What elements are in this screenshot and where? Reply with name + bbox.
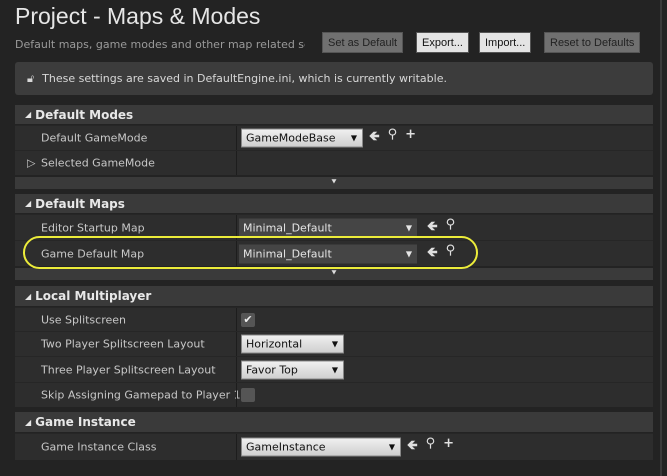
section-game-instance[interactable]: ◢ Game Instance [15, 412, 653, 432]
row-use-splitscreen: Use Splitscreen ✔ [15, 307, 653, 331]
section-local-multiplayer[interactable]: ◢ Local Multiplayer [15, 286, 653, 306]
collapse-icon: ◢ [25, 199, 32, 208]
row-label: Skip Assigning Gamepad to Player 1 [41, 388, 241, 402]
section-title: Local Multiplayer [35, 289, 152, 303]
two-player-layout-combo[interactable]: Horizontal ▼ [241, 334, 344, 354]
game-instance-class-combo[interactable]: GameInstance ▼ [241, 437, 401, 457]
chevron-down-icon: ▼ [388, 442, 395, 452]
row-label: Two Player Splitscreen Layout [41, 337, 205, 351]
combo-value: Minimal_Default [243, 221, 332, 234]
export-button[interactable]: Export... [416, 32, 469, 53]
use-selected-arrow-icon[interactable]: 🡸 [369, 127, 380, 149]
combo-value: GameInstance [246, 440, 326, 454]
use-splitscreen-checkbox[interactable]: ✔ [241, 312, 255, 327]
skip-gamepad-checkbox[interactable] [241, 388, 255, 402]
config-notice: 🔓︎ These settings are saved in DefaultEn… [15, 62, 653, 95]
page-subtitle: Default maps, game modes and other map r… [15, 38, 305, 51]
set-as-default-button[interactable]: Set as Default [322, 32, 404, 53]
row-label: Selected GameMode [41, 156, 155, 170]
collapse-icon: ◢ [25, 110, 32, 119]
default-gamemode-combo[interactable]: GameModeBase ▼ [241, 128, 363, 148]
notice-text: These settings are saved in DefaultEngin… [42, 72, 447, 85]
row-game-instance-class: Game Instance Class GameInstance ▼ 🡸 ⚲ + [15, 433, 653, 460]
use-selected-arrow-icon[interactable]: 🡸 [407, 436, 418, 458]
advanced-expander[interactable]: ⯆ [15, 177, 653, 189]
section-default-maps[interactable]: ◢ Default Maps [15, 194, 653, 213]
section-default-modes[interactable]: ◢ Default Modes [15, 105, 653, 124]
add-plus-icon[interactable]: + [443, 436, 454, 458]
row-selected-gamemode[interactable]: ▷ Selected GameMode [15, 150, 653, 175]
three-player-layout-combo[interactable]: Favor Top ▼ [241, 360, 344, 379]
browse-search-icon[interactable]: ⚲ [388, 127, 398, 149]
scrollbar[interactable] [660, 0, 662, 476]
chevron-down-icon: ▼ [350, 133, 357, 143]
row-label: Editor Startup Map [41, 221, 145, 234]
combo-value: GameModeBase [246, 131, 336, 145]
editor-startup-map-combo[interactable]: Minimal_Default ▼ [239, 218, 417, 237]
row-default-gamemode: Default GameMode GameModeBase ▼ 🡸 ⚲ + [15, 125, 653, 150]
row-label: Three Player Splitscreen Layout [41, 363, 216, 376]
advanced-expander[interactable]: ⯆ [15, 268, 653, 280]
row-skip-gamepad: Skip Assigning Gamepad to Player 1 [15, 382, 653, 407]
chevron-down-icon: ▼ [331, 339, 338, 349]
reset-to-defaults-button[interactable]: Reset to Defaults [544, 32, 641, 53]
row-three-player-layout: Three Player Splitscreen Layout Favor To… [15, 356, 653, 382]
expand-icon[interactable]: ▷ [27, 157, 35, 170]
section-title: Default Maps [35, 196, 125, 211]
highlight-annotation [23, 236, 478, 269]
collapse-icon: ◢ [25, 417, 32, 427]
page-title: Project - Maps & Modes [15, 3, 261, 29]
unlock-icon: 🔓︎ [27, 71, 35, 85]
import-button[interactable]: Import... [479, 32, 532, 53]
row-label: Default GameMode [41, 131, 148, 145]
chevron-down-icon: ▼ [331, 365, 338, 374]
section-title: Game Instance [35, 415, 136, 429]
add-plus-icon[interactable]: + [405, 127, 416, 149]
combo-value: Horizontal [246, 337, 303, 351]
combo-value: Favor Top [246, 363, 298, 376]
row-two-player-layout: Two Player Splitscreen Layout Horizontal… [15, 331, 653, 356]
collapse-icon: ◢ [25, 291, 32, 301]
browse-search-icon[interactable]: ⚲ [426, 436, 436, 458]
chevron-down-icon: ▼ [405, 223, 412, 232]
row-label: Use Splitscreen [41, 313, 127, 326]
row-label: Game Instance Class [41, 440, 157, 454]
section-title: Default Modes [35, 107, 134, 122]
